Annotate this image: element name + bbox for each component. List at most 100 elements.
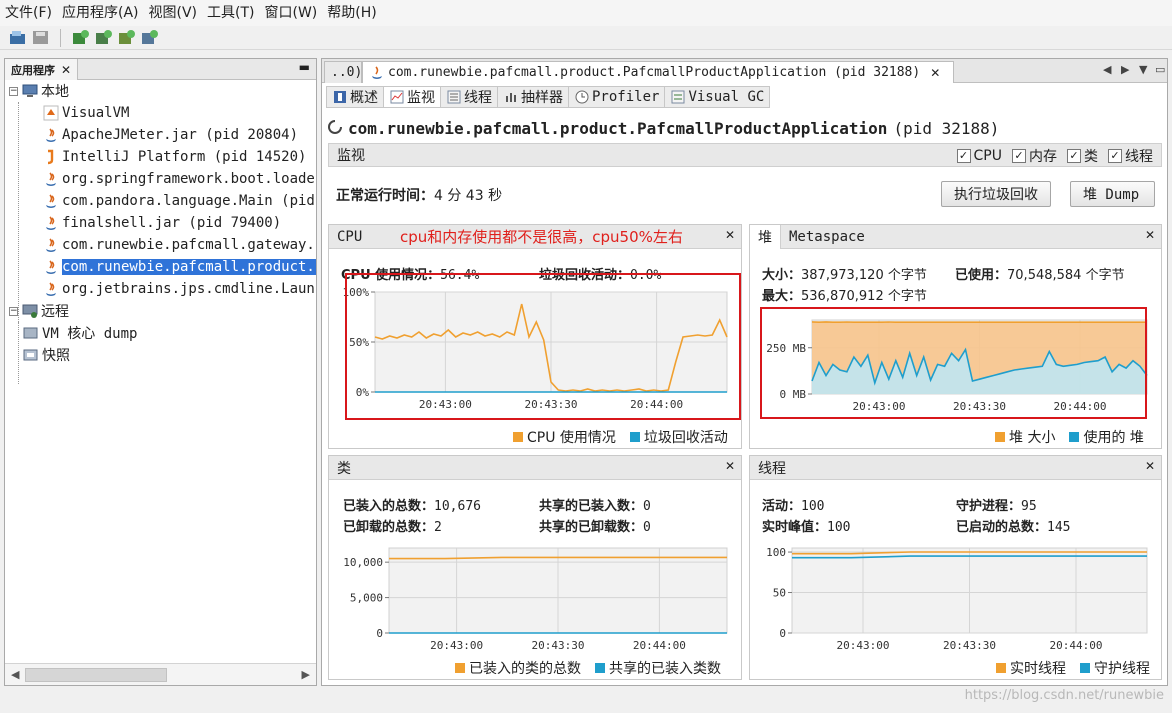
java-icon — [43, 171, 59, 187]
menu-applications[interactable]: 应用程序(A) — [57, 0, 144, 26]
java-icon — [43, 127, 59, 143]
tab-product-application[interactable]: com.runewbie.pafcmall.product.PafcmallPr… — [362, 61, 954, 83]
shared-unloaded-stat: 共享的已卸载数：0 — [539, 520, 651, 535]
x-tick-label: 20:44:00 — [633, 639, 686, 652]
close-icon[interactable]: ✕ — [725, 228, 735, 242]
scrollbar-thumb[interactable] — [25, 668, 167, 682]
legend-item-shared-classes: 共享的已装入类数 — [595, 658, 721, 678]
memory-checkbox[interactable]: ✓ 内存 — [1012, 146, 1057, 166]
classes-checkbox[interactable]: ✓ 类 — [1067, 146, 1098, 166]
intellij-icon — [43, 149, 59, 165]
applications-tree: − 本地 VisualVM ApacheJMeter.jar (pid 2080… — [5, 80, 316, 664]
java-icon — [43, 215, 59, 231]
snapshots-icon — [23, 347, 39, 363]
add-coredump-icon[interactable] — [117, 28, 136, 47]
tab-scroll-left-icon[interactable]: ◀ — [1103, 63, 1111, 76]
tree-item-app[interactable]: finalshell.jar (pid 79400) — [43, 212, 281, 234]
classes-section: 类 ✕ 已装入的总数：10,676 共享的已装入数：0 已卸载的总数：2 共享的… — [328, 455, 742, 680]
maximize-icon[interactable]: ▭ — [1155, 63, 1165, 76]
legend-item-gc-activity: 垃圾回收活动 — [629, 427, 728, 447]
tab-scroll-right-icon[interactable]: ▶ — [1121, 63, 1129, 76]
tree-item-app[interactable]: org.springframework.boot.loader. — [43, 168, 316, 190]
tab-overflow[interactable]: ..0) — [324, 61, 362, 83]
menu-file[interactable]: 文件(F) — [0, 0, 57, 26]
y-tick-label: 10,000 — [343, 556, 383, 569]
close-icon[interactable]: ✕ — [1145, 459, 1155, 473]
applications-tab[interactable]: 应用程序 ✕ — [5, 59, 79, 80]
close-tab-icon[interactable]: ✕ — [930, 66, 940, 80]
collapse-icon[interactable]: − — [9, 306, 18, 316]
collapse-icon[interactable]: − — [9, 86, 18, 96]
sampler-icon — [503, 90, 518, 104]
visual-gc-icon — [670, 90, 685, 104]
tab-threads[interactable]: 线程 — [440, 86, 497, 108]
applications-panel: 应用程序 ✕ ▬ − 本地 VisualVM ApacheJMeter.jar … — [4, 58, 317, 686]
tree-item-app-selected[interactable]: com.runewbie.pafcmall.product.Pa — [43, 256, 316, 278]
checkmark-icon: ✓ — [1108, 149, 1122, 163]
tab-profiler[interactable]: Profiler — [568, 86, 665, 108]
menu-tools[interactable]: 工具(T) — [202, 0, 259, 26]
scroll-right-icon[interactable]: ▶ — [302, 668, 310, 681]
menu-view[interactable]: 视图(V) — [144, 0, 203, 26]
close-icon[interactable]: ✕ — [61, 63, 71, 77]
toolbar — [0, 26, 1172, 50]
tab-heap[interactable]: 堆 — [750, 224, 781, 249]
close-icon[interactable]: ✕ — [725, 459, 735, 473]
menu-window[interactable]: 窗口(W) — [260, 0, 323, 26]
tree-node-coredump[interactable]: VM 核心 dump — [23, 322, 137, 344]
heap-dump-button[interactable]: 堆 Dump — [1070, 181, 1155, 207]
horizontal-scrollbar[interactable]: ◀ ▶ — [5, 663, 316, 685]
legend-swatch — [455, 663, 465, 673]
cpu-highlight-box — [345, 273, 741, 420]
add-snapshot-icon[interactable] — [140, 28, 159, 47]
profiler-icon — [574, 90, 589, 104]
legend-item-cpu-usage: CPU 使用情况 — [513, 427, 616, 447]
monitor-icon — [389, 90, 404, 104]
monitor-checkboxes: ✓ CPU ✓ 内存 ✓ 类 ✓ 线程 — [947, 146, 1153, 166]
threads-chart: 20:43:00 20:43:30 20:44:00 0 50 100 — [766, 546, 1148, 652]
cpu-checkbox[interactable]: ✓ CPU — [956, 146, 1002, 166]
peak-threads-stat: 实时峰值：100 — [762, 520, 851, 535]
applications-tabbar: 应用程序 ✕ ▬ — [5, 59, 316, 80]
legend-item-daemon-threads: 守护线程 — [1080, 658, 1150, 678]
tab-list-icon[interactable]: ▼ — [1139, 63, 1147, 76]
tab-monitor[interactable]: 监视 — [383, 86, 440, 108]
tree-item-app[interactable]: IntelliJ Platform (pid 14520) — [43, 146, 306, 168]
add-remote-host-icon[interactable] — [94, 28, 113, 47]
unloaded-total-stat: 已卸载的总数：2 — [343, 520, 442, 535]
add-jmx-icon[interactable] — [71, 28, 90, 47]
classes-legend: 已装入的类的总数 共享的已装入类数 — [455, 658, 721, 678]
watermark: https://blog.csdn.net/runewbie — [964, 688, 1164, 703]
tab-visual-gc[interactable]: Visual GC — [664, 86, 771, 108]
tree-guide-line — [18, 322, 19, 384]
tree-item-app[interactable]: ApacheJMeter.jar (pid 20804) — [43, 124, 298, 146]
close-icon[interactable]: ✕ — [1145, 228, 1155, 242]
tab-overview[interactable]: 概述 — [326, 86, 383, 108]
save-icon[interactable] — [31, 28, 50, 47]
scroll-left-icon[interactable]: ◀ — [11, 668, 19, 681]
tree-node-local[interactable]: − 本地 — [9, 80, 69, 102]
tree-item-app[interactable]: org.jetbrains.jps.cmdline.Launch — [43, 278, 316, 300]
y-tick-label: 50 — [773, 587, 786, 600]
tree-node-snapshots[interactable]: 快照 — [23, 344, 70, 366]
tree-guide-line — [18, 102, 19, 322]
tree-item-app[interactable]: com.pandora.language.Main (pid 7 — [43, 190, 316, 212]
minimize-icon[interactable]: ▬ — [299, 60, 310, 74]
tab-sampler[interactable]: 抽样器 — [497, 86, 568, 108]
uptime: 正常运行时间：4 分 43 秒 — [336, 188, 503, 204]
classes-header: 类 ✕ — [329, 456, 741, 480]
open-snapshot-icon[interactable] — [8, 28, 27, 47]
threads-checkbox[interactable]: ✓ 线程 — [1108, 146, 1153, 166]
heap-header: 堆 Metaspace ✕ — [750, 224, 1161, 249]
perform-gc-button[interactable]: 执行垃圾回收 — [941, 181, 1051, 207]
x-tick-label: 20:43:30 — [532, 639, 585, 652]
tree-item-app[interactable]: com.runewbie.pafcmall.gateway.Pa — [43, 234, 316, 256]
legend-item-heap-used: 使用的 堆 — [1069, 427, 1144, 447]
x-tick-label: 20:44:00 — [1050, 639, 1103, 652]
tree-node-remote[interactable]: − 远程 — [9, 300, 69, 322]
started-threads-stat: 已启动的总数：145 — [956, 520, 1071, 535]
y-tick-label: 100 — [766, 546, 786, 559]
tab-metaspace[interactable]: Metaspace — [781, 229, 865, 245]
tree-item-visualvm[interactable]: VisualVM — [43, 102, 129, 124]
menu-help[interactable]: 帮助(H) — [322, 0, 381, 26]
